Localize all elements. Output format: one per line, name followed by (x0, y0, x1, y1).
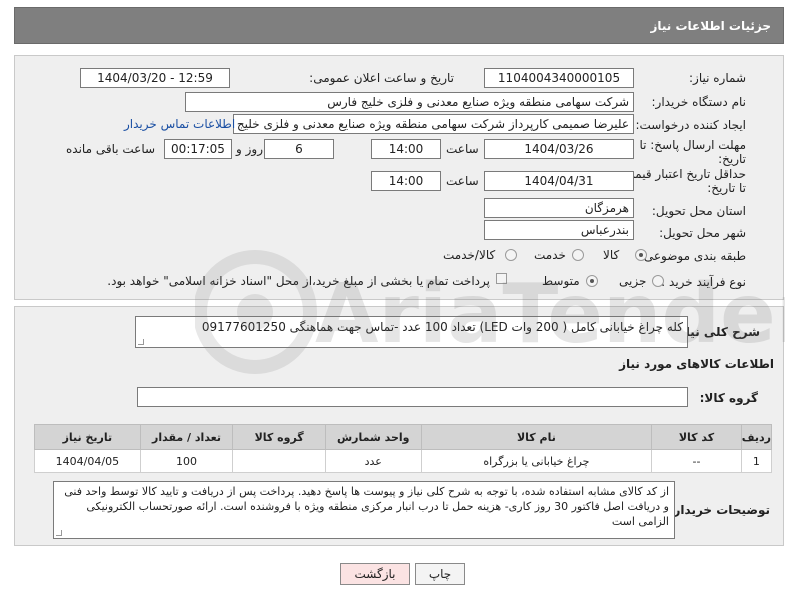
col-group: گروه کالا (232, 424, 326, 450)
province-label: استان محل تحویل: (651, 204, 746, 218)
cell-code: -- (651, 449, 742, 473)
resize-grip[interactable] (138, 339, 144, 345)
remaining-label: ساعت باقی مانده (66, 142, 156, 156)
province-field[interactable]: هرمزگان (484, 198, 634, 218)
cell-name: چراغ خیابانی یا بزرگراه (420, 449, 653, 473)
cell-quantity: 100 (139, 449, 234, 473)
need-number-field[interactable]: 1104004340000105 (484, 68, 634, 88)
page-header: جزئیات اطلاعات نیاز (14, 7, 784, 44)
announce-date-field[interactable]: 1404/03/20 - 12:59 (80, 68, 230, 88)
need-number-label: شماره نیاز: (689, 71, 746, 85)
city-label: شهر محل تحویل: (659, 226, 746, 240)
category-option-service: خدمت (534, 248, 566, 262)
cell-row: 1 (740, 449, 773, 473)
deadline-time-label: ساعت (446, 142, 479, 156)
city-field[interactable]: بندرعباس (484, 220, 634, 240)
goods-table: ردیف کد کالا نام کالا واحد شمارش گروه کا… (34, 424, 773, 473)
creator-field[interactable]: علیرضا صمیمی کارپرداز شرکت سهامی منطقه و… (233, 114, 634, 134)
treasury-payment-note: پرداخت تمام یا بخشی از مبلغ خرید،از محل … (107, 274, 490, 288)
buyer-contact-link[interactable]: اطلاعات تماس خریدار (124, 117, 235, 131)
col-code: کد کالا (651, 424, 742, 450)
deadline-date-field[interactable]: 1404/03/26 (484, 139, 634, 159)
cell-unit: عدد (324, 449, 422, 473)
buyer-notes-text: از کد کالای مشابه استفاده شده، با توجه ب… (64, 485, 669, 528)
process-option-medium: متوسط (542, 274, 580, 288)
table-row[interactable]: 1 -- چراغ خیابانی یا بزرگراه عدد 100 140… (34, 449, 773, 473)
category-label: طبقه بندی موضوعی: (639, 249, 746, 263)
buyer-org-label: نام دستگاه خریدار: (651, 95, 747, 109)
description-text: کله چراغ خیابانی کامل ( 200 وات LED) تعد… (201, 320, 683, 334)
process-radio-medium[interactable] (586, 275, 598, 287)
process-radio-minor[interactable] (652, 275, 664, 287)
deadline-label-line1: مهلت ارسال پاسخ: تا (639, 138, 746, 152)
goods-group-field[interactable] (137, 387, 688, 407)
days-label: روز و (236, 142, 263, 156)
goods-group-label: گروه کالا: (699, 391, 758, 405)
col-need-date: تاریخ نیاز (34, 424, 141, 450)
min-price-label-line2: تا تاریخ: (707, 181, 746, 195)
deadline-label-line2: تاریخ: (718, 152, 746, 166)
buyer-org-field[interactable]: شرکت سهامی منطقه ویژه صنایع معدنی و فلزی… (185, 92, 634, 112)
deadline-time-field[interactable]: 14:00 (371, 139, 441, 159)
col-row: ردیف (740, 424, 773, 450)
process-label: نوع فرآیند خرید : (661, 275, 746, 289)
category-option-goods: کالا (603, 248, 620, 262)
col-name: نام کالا (420, 424, 653, 450)
buyer-notes-field[interactable]: از کد کالای مشابه استفاده شده، با توجه ب… (53, 481, 675, 539)
col-unit: واحد شمارش (324, 424, 422, 450)
days-field[interactable]: 6 (264, 139, 334, 159)
category-radio-service[interactable] (572, 249, 584, 261)
buyer-notes-label: توضیحات خریدار: (668, 503, 770, 517)
remaining-time-field[interactable]: 00:17:05 (164, 139, 232, 159)
page-title: جزئیات اطلاعات نیاز (650, 19, 771, 33)
treasury-payment-checkbox[interactable] (496, 273, 507, 284)
cell-group (232, 449, 326, 473)
min-price-time-field[interactable]: 14:00 (371, 171, 441, 191)
min-price-date-field[interactable]: 1404/04/31 (484, 171, 634, 191)
min-price-time-label: ساعت (446, 174, 479, 188)
description-field[interactable]: کله چراغ خیابانی کامل ( 200 وات LED) تعد… (135, 316, 688, 348)
notes-resize-grip[interactable] (56, 530, 62, 536)
process-option-minor: جزیی (619, 274, 647, 288)
category-radio-goods[interactable] (635, 249, 647, 261)
page-frame: جزئیات اطلاعات نیاز شماره نیاز: 11040043… (0, 0, 788, 598)
announce-label: تاریخ و ساعت اعلان عمومی: (309, 71, 454, 85)
col-quantity: تعداد / مقدار (139, 424, 234, 450)
cell-need-date: 1404/04/05 (34, 449, 141, 473)
category-radio-both[interactable] (505, 249, 517, 261)
table-header-row: ردیف کد کالا نام کالا واحد شمارش گروه کا… (34, 424, 773, 450)
min-price-label-line1: حداقل تاریخ اعتبار قیمت: (619, 167, 746, 181)
category-option-both: کالا/خدمت (443, 248, 496, 262)
print-button[interactable]: چاپ (415, 563, 465, 585)
back-button[interactable]: بازگشت (340, 563, 410, 585)
goods-section-title: اطلاعات کالاهای مورد نیاز (619, 357, 774, 371)
creator-label: ایجاد کننده درخواست: (635, 118, 746, 132)
